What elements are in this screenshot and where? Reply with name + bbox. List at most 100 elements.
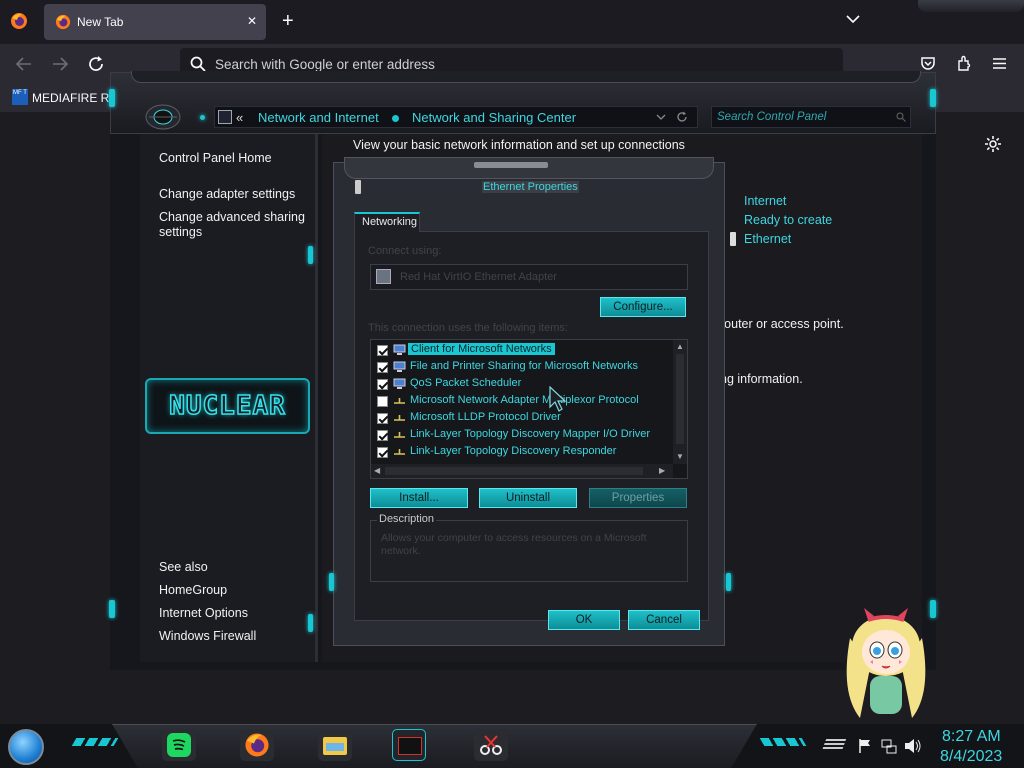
scroll-up-icon[interactable]: ▲ [676, 342, 684, 351]
protocol-icon [393, 429, 406, 441]
status-ready-to-create[interactable]: Ready to create [744, 213, 832, 227]
sidebar-change-advanced-sharing[interactable]: Change advanced sharing settings [159, 210, 309, 240]
taskbar-lights-right [759, 738, 807, 746]
tab-networking[interactable]: Networking [354, 212, 420, 232]
led-left-1 [109, 89, 115, 107]
cancel-button[interactable]: Cancel [628, 610, 700, 630]
connect-using-label: Connect using: [368, 245, 442, 257]
scroll-thumb[interactable] [676, 354, 684, 444]
app-menu-icon[interactable] [992, 57, 1007, 70]
sidebar-homegroup[interactable]: HomeGroup [159, 583, 227, 597]
scroll-down-icon[interactable]: ▼ [676, 452, 684, 461]
breadcrumb-network-internet[interactable]: Network and Internet [258, 110, 379, 125]
window-frame-decoration [918, 0, 1024, 12]
install-button[interactable]: Install... [370, 488, 468, 508]
status-ethernet[interactable]: Ethernet [744, 232, 791, 246]
mediafire-favicon: MF T [12, 89, 28, 105]
search-control-panel[interactable]: Search Control Panel [711, 106, 911, 128]
show-hidden-icons[interactable] [821, 739, 847, 751]
list-all-tabs-icon[interactable] [846, 14, 860, 24]
description-text: Allows your computer to access resources… [381, 532, 647, 557]
address-input[interactable]: Search with Google or enter address [215, 57, 435, 72]
item-checkbox[interactable] [377, 396, 388, 407]
scroll-left-icon[interactable]: ◀ [374, 466, 380, 475]
forward-icon[interactable] [51, 56, 69, 72]
control-panel-icon [218, 110, 232, 124]
sidebar-control-panel-home[interactable]: Control Panel Home [159, 151, 272, 165]
item-label: Microsoft Network Adapter Multiplexor Pr… [410, 394, 639, 406]
breadcrumb-sharing-center[interactable]: Network and Sharing Center [412, 110, 576, 125]
ok-button[interactable]: OK [548, 610, 620, 630]
dialog-drag-handle[interactable] [474, 162, 548, 168]
scroll-right-icon[interactable]: ▶ [659, 466, 665, 475]
see-also-heading: See also [159, 560, 208, 574]
clock-date[interactable]: 8/4/2023 [940, 748, 1002, 766]
snipping-tool-icon[interactable] [474, 729, 508, 761]
file-explorer-icon[interactable] [318, 729, 352, 761]
control-panel-sidebar: Control Panel Home Change adapter settin… [140, 134, 318, 662]
tab-networking-label: Networking [362, 216, 418, 228]
item-label: Link-Layer Topology Discovery Responder [410, 445, 617, 457]
control-panel-taskbar-icon[interactable] [392, 729, 426, 761]
item-label: Link-Layer Topology Discovery Mapper I/O… [410, 428, 651, 440]
bookmark-label: MEDIAFIRE RO [32, 91, 119, 105]
uninstall-button[interactable]: Uninstall [479, 488, 577, 508]
item-label: File and Printer Sharing for Microsoft N… [410, 360, 639, 372]
tab-new-tab[interactable]: New Tab ✕ [44, 4, 266, 40]
h-scroll-thumb[interactable] [385, 467, 643, 475]
description-heading: Description [377, 513, 437, 525]
item-checkbox[interactable] [377, 447, 388, 458]
list-item[interactable]: QoS Packet Scheduler [375, 376, 675, 393]
network-tray-icon[interactable] [881, 738, 897, 754]
item-checkbox[interactable] [377, 362, 388, 373]
firefox-menu-icon[interactable] [10, 12, 28, 30]
spotify-icon[interactable] [162, 729, 196, 761]
configure-button[interactable]: Configure... [600, 297, 686, 317]
components-list[interactable]: Client for Microsoft Networks File and Pr… [370, 339, 688, 479]
item-checkbox[interactable] [377, 345, 388, 356]
chevron-down-icon[interactable] [656, 114, 666, 121]
network-client-icon [393, 344, 406, 356]
nuclear-logo-text: NUCLEAR [168, 390, 286, 422]
sidebar-internet-options[interactable]: Internet Options [159, 606, 248, 620]
sidebar-windows-firewall[interactable]: Windows Firewall [159, 629, 256, 643]
list-horizontal-scrollbar[interactable]: ◀ ▶ [371, 464, 673, 478]
ethernet-connection-icon [730, 232, 736, 246]
list-item[interactable]: Microsoft LLDP Protocol Driver [375, 410, 675, 427]
protocol-icon [393, 446, 406, 458]
list-item[interactable]: Link-Layer Topology Discovery Responder [375, 444, 675, 461]
protocol-icon [393, 412, 406, 424]
dialog-led-left [329, 573, 334, 591]
nuclear-logo: NUCLEAR [145, 378, 310, 434]
clock-time[interactable]: 8:27 AM [942, 728, 1001, 746]
bookmark-mediafire[interactable]: MF T MEDIAFIRE RO [10, 87, 120, 109]
start-orb-icon[interactable] [8, 729, 44, 765]
list-item[interactable]: File and Printer Sharing for Microsoft N… [375, 359, 675, 376]
item-checkbox[interactable] [377, 379, 388, 390]
new-tab-button[interactable]: + [282, 10, 294, 33]
firefox-taskbar-icon[interactable] [240, 729, 274, 761]
gear-icon[interactable] [984, 135, 1002, 153]
list-item[interactable]: Link-Layer Topology Discovery Mapper I/O… [375, 427, 675, 444]
led-left-2 [109, 600, 115, 618]
item-checkbox[interactable] [377, 413, 388, 424]
nav-orb-icon[interactable] [145, 103, 181, 131]
main-partial-text-1: router or access point. [720, 317, 844, 331]
pocket-icon[interactable] [920, 56, 936, 72]
close-tab-icon[interactable]: ✕ [247, 14, 257, 28]
back-icon[interactable] [15, 56, 33, 72]
refresh-icon[interactable] [676, 111, 688, 123]
item-label: Client for Microsoft Networks [408, 343, 555, 355]
networking-tab-panel: Connect using: Red Hat VirtIO Ethernet A… [354, 231, 709, 621]
components-list-items: Client for Microsoft Networks File and Pr… [371, 342, 671, 464]
sidebar-change-adapter-settings[interactable]: Change adapter settings [159, 187, 295, 201]
extensions-icon[interactable] [956, 55, 973, 72]
volume-tray-icon[interactable] [904, 738, 922, 754]
action-center-flag-icon[interactable] [858, 738, 872, 754]
list-item[interactable]: Microsoft Network Adapter Multiplexor Pr… [375, 393, 675, 410]
item-checkbox[interactable] [377, 430, 388, 441]
reload-icon[interactable] [87, 55, 105, 73]
mouse-cursor-icon [549, 386, 569, 412]
list-vertical-scrollbar[interactable]: ▲ ▼ [673, 340, 687, 464]
list-item[interactable]: Client for Microsoft Networks [375, 342, 675, 359]
